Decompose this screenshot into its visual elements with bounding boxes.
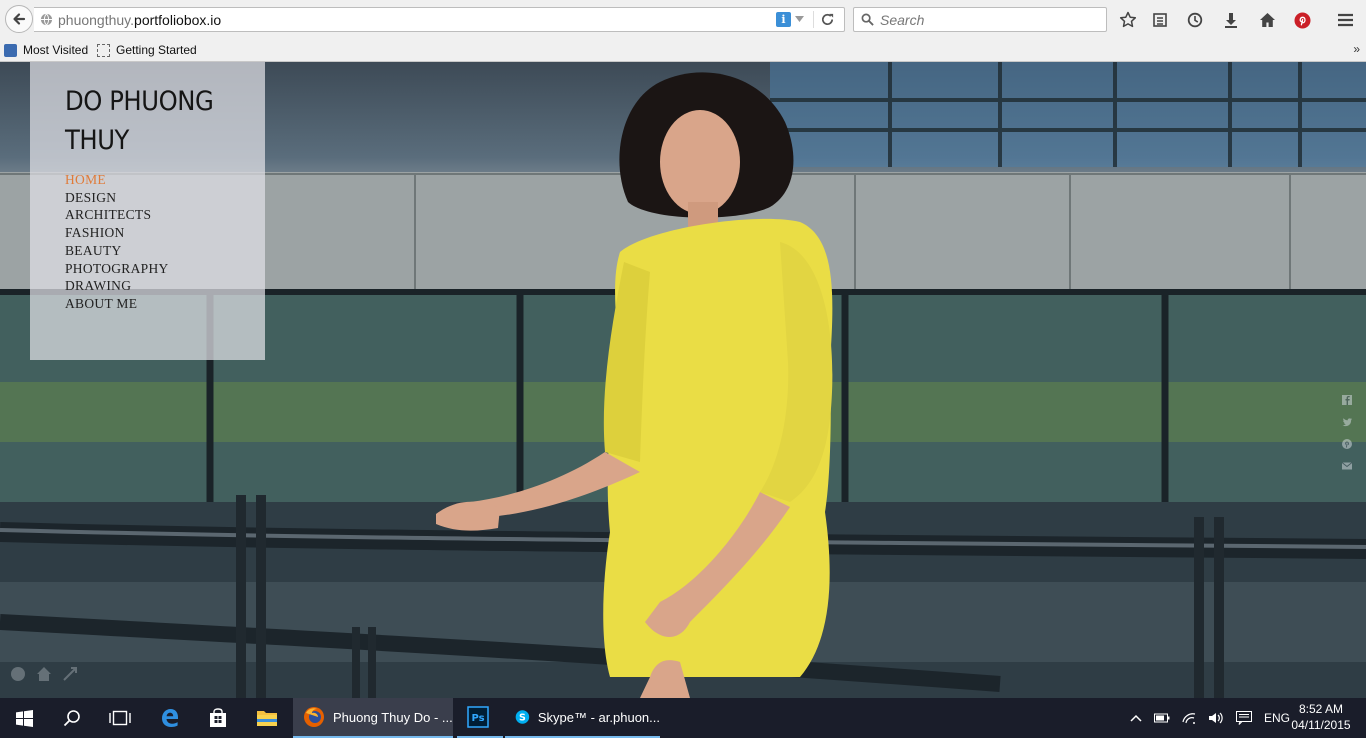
search-placeholder: Search [880,12,925,28]
bookmark-most-visited[interactable]: Most Visited [4,43,88,57]
page-viewport: DO PHUONG THUY HOME DESIGN ARCHITECTS FA… [0,62,1366,698]
action-center-icon[interactable] [1236,711,1252,725]
nav-architects[interactable]: ARCHITECTS [65,206,169,224]
nav-design[interactable]: DESIGN [65,189,169,207]
facebook-icon[interactable] [1342,392,1352,405]
site-nav: HOME DESIGN ARCHITECTS FASHION BEAUTY PH… [65,171,169,313]
bookmarks-list-icon[interactable] [1150,10,1170,30]
bookmarks-overflow-chevron[interactable]: » [1353,42,1360,56]
reload-icon[interactable] [820,12,835,27]
home-small-icon[interactable] [36,666,52,682]
wifi-icon[interactable] [1182,712,1196,724]
social-links [1341,392,1354,480]
url-prefix: phuongthuy. [58,12,135,28]
share-icon[interactable] [62,666,78,682]
nav-beauty[interactable]: BEAUTY [65,242,169,260]
home-icon[interactable] [1257,10,1277,30]
task-label: Phuong Thuy Do - ... [333,709,453,725]
edge-taskbar-button[interactable] [146,698,194,738]
taskbar-task-skype[interactable]: S Skype™ - ar.phuon... [505,698,660,738]
search-bar[interactable]: Search [853,7,1107,32]
globe-icon [40,13,53,26]
page-info-icon[interactable]: i [776,12,791,27]
system-tray: ENG [1130,698,1290,738]
site-menu-panel: DO PHUONG THUY HOME DESIGN ARCHITECTS FA… [30,62,265,360]
bookmark-star-icon[interactable] [1118,10,1138,30]
start-button[interactable] [0,698,48,738]
folder-icon [257,711,277,726]
url-host: portfoliobox.io [134,12,222,28]
history-icon[interactable] [1185,10,1205,30]
twitter-icon[interactable] [1342,414,1352,427]
download-icon[interactable] [1221,10,1241,30]
battery-icon[interactable] [1154,713,1170,723]
page-icon [97,43,110,57]
store-icon [210,708,226,727]
bookmark-label: Getting Started [116,43,197,57]
edge-icon [162,709,178,727]
clock-time: 8:52 AM [1298,702,1344,716]
task-view-button[interactable] [96,698,144,738]
arrow-left-icon [13,13,26,25]
url-divider [813,11,814,28]
clock[interactable]: 8:52 AM 04/11/2015 [1286,701,1356,733]
copyright-icon[interactable] [10,666,26,682]
svg-text:S: S [519,712,526,723]
windows-taskbar: Phuong Thuy Do - ... Ps S Skype™ - ar.ph… [0,698,1366,738]
most-visited-icon [4,43,17,57]
bookmark-label: Most Visited [23,43,89,57]
windows-logo-icon [15,709,33,727]
bookmark-getting-started[interactable]: Getting Started [97,43,197,57]
hamburger-menu-icon[interactable] [1335,10,1355,30]
skype-icon: S [515,710,530,724]
bookmarks-toolbar: Most Visited Getting Started » [0,40,1366,62]
nav-home[interactable]: HOME [65,171,169,189]
pinterest-social-icon[interactable] [1342,436,1352,449]
search-taskbar-button[interactable] [48,698,96,738]
file-explorer-taskbar-button[interactable] [243,698,291,738]
url-bar[interactable]: phuongthuy.portfoliobox.io i [34,7,845,32]
task-view-icon [109,710,131,726]
search-icon [861,13,874,26]
chevron-down-icon[interactable] [795,16,804,22]
page-footer-icons [10,666,78,682]
site-title[interactable]: DO PHUONG THUY [65,82,227,160]
nav-drawing[interactable]: DRAWING [65,277,169,295]
clock-date: 04/11/2015 [1291,718,1351,732]
photoshop-icon: Ps [467,706,489,728]
taskbar-task-photoshop[interactable]: Ps [457,698,503,738]
store-taskbar-button[interactable] [194,698,242,738]
nav-photography[interactable]: PHOTOGRAPHY [65,260,169,278]
chevron-up-icon[interactable] [1130,714,1142,722]
pinterest-icon[interactable] [1292,10,1312,30]
task-label: Skype™ - ar.phuon... [537,709,660,725]
search-icon [63,710,80,727]
url-text[interactable]: phuongthuy.portfoliobox.io [58,12,221,28]
taskbar-task-firefox[interactable]: Phuong Thuy Do - ... [293,698,453,738]
browser-toolbar: phuongthuy.portfoliobox.io i Search [0,0,1366,40]
firefox-icon [304,707,324,727]
svg-text:Ps: Ps [472,713,485,724]
back-button[interactable] [5,5,33,33]
email-icon[interactable] [1341,458,1353,470]
nav-fashion[interactable]: FASHION [65,224,169,242]
nav-about-me[interactable]: ABOUT ME [65,295,169,313]
volume-icon[interactable] [1208,712,1224,724]
